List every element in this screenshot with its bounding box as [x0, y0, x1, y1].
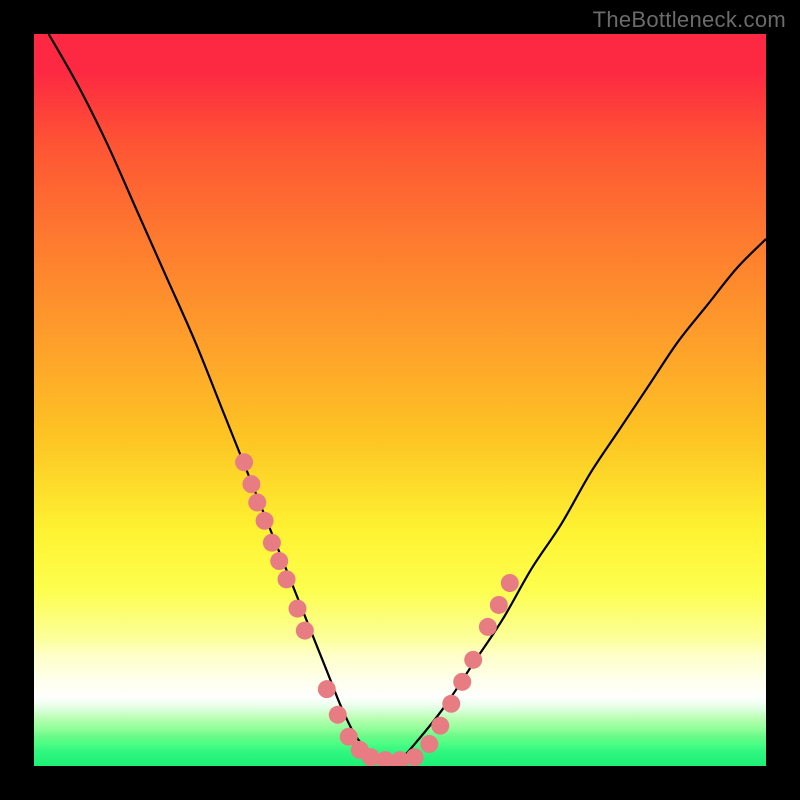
data-marker — [289, 600, 307, 618]
data-marker — [318, 680, 336, 698]
data-marker — [442, 695, 460, 713]
data-marker — [420, 735, 438, 753]
data-marker — [263, 534, 281, 552]
data-marker — [248, 493, 266, 511]
data-marker — [296, 622, 314, 640]
data-marker — [256, 512, 274, 530]
data-marker — [406, 748, 424, 766]
data-marker — [329, 706, 347, 724]
data-marker — [490, 596, 508, 614]
data-marker — [431, 717, 449, 735]
bottleneck-curve — [49, 34, 766, 760]
watermark-text: TheBottleneck.com — [593, 7, 786, 33]
data-marker — [278, 570, 296, 588]
data-marker — [464, 651, 482, 669]
data-marker — [453, 673, 471, 691]
data-marker — [479, 618, 497, 636]
data-marker — [235, 453, 253, 471]
data-marker — [270, 552, 288, 570]
data-marker — [242, 475, 260, 493]
data-marker — [501, 574, 519, 592]
